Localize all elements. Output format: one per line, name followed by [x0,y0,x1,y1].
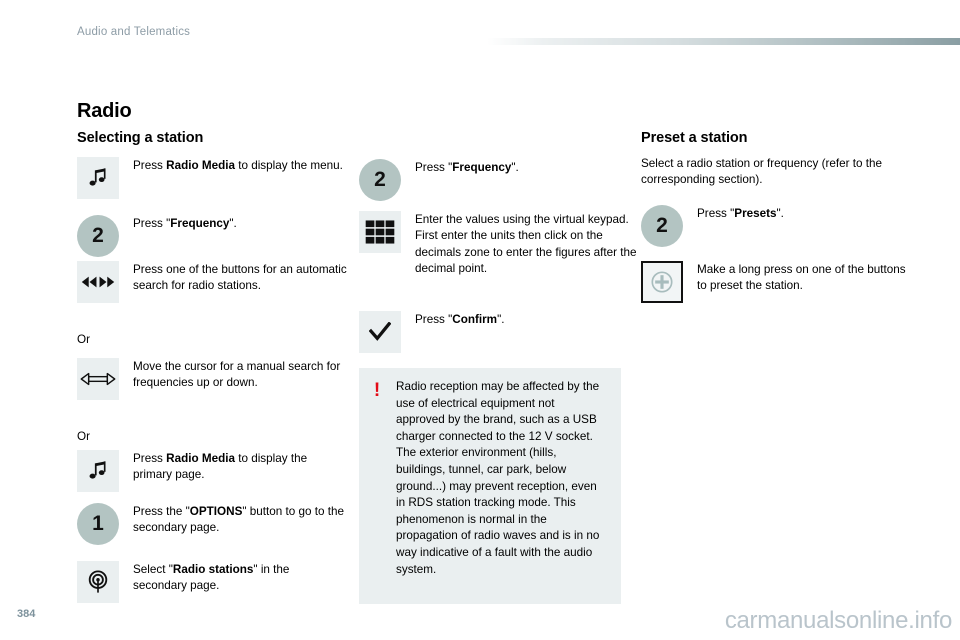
step-text-post: ". [497,313,505,326]
horizontal-cursor-icon [77,358,119,400]
checkmark-icon [359,311,401,353]
step-badge-label: 2 [641,205,683,247]
step-text-pre: Press the " [133,505,190,518]
step-text-post: ". [229,217,237,230]
step-text: Select "Radio stations" in the secondary… [133,562,345,595]
step-text: Press "Frequency". [133,216,345,232]
step-text-pre: Move the cursor for a manual search for … [133,360,341,390]
step-text: Press one of the buttons for an automati… [133,262,348,295]
step-text-post: ". [776,207,784,220]
step-badge-label: 2 [359,159,401,201]
virtual-keypad-icon [359,211,401,253]
step-text: Press "Frequency". [415,160,627,176]
step-text: Make a long press on one of the buttons … [697,262,912,295]
manual-page: Radio Selecting a station Press Radio Me… [0,0,960,640]
watermark: carmanualsonline.info [724,607,952,634]
step-text-bold: Radio Media [166,452,235,465]
step-text-bold: Presets [734,207,777,220]
warning-text: Radio reception may be affected by the u… [396,380,600,576]
warning-box: ! Radio reception may be affected by the… [359,368,621,604]
or-separator: Or [77,333,90,346]
step-text-bold: Radio stations [172,563,254,576]
step-badge-label: 1 [77,503,119,545]
step-number-1-icon: 1 [77,503,119,545]
step-text: Press Radio Media to display the primary… [133,451,345,484]
step-number-2-icon: 2 [77,215,119,257]
right-column-heading: Preset a station [641,130,748,146]
step-text: Press the "OPTIONS" button to go to the … [133,504,348,537]
or-separator: Or [77,430,90,443]
step-text-bold: Frequency [170,217,230,230]
step-number-2-icon: 2 [641,205,683,247]
radio-broadcast-icon [77,561,119,603]
step-text-pre: Select " [133,563,173,576]
step-text-bold: Confirm [452,313,498,326]
step-text: Press "Presets". [697,206,909,222]
step-text-bold: Frequency [452,161,512,174]
page-title: Radio [77,100,132,122]
step-text-post: ". [511,161,519,174]
music-note-icon [77,157,119,199]
step-text-pre: Press [133,159,167,172]
step-text-pre: Press " [415,313,453,326]
step-text: Press "Confirm". [415,312,627,328]
step-text-pre: Press " [133,217,171,230]
page-number: 384 [17,608,36,620]
step-text-pre: Make a long press on one of the buttons … [697,263,906,293]
step-text-bold: OPTIONS [189,505,243,518]
step-text: Press Radio Media to display the menu. [133,158,345,174]
step-text-post: to display the menu. [234,159,343,172]
step-badge-label: 2 [77,215,119,257]
step-text: Move the cursor for a manual search for … [133,359,348,392]
left-column-heading: Selecting a station [77,130,204,146]
double-arrow-seek-icon [77,261,119,303]
step-text: Enter the values using the virtual keypa… [415,213,637,276]
step-text-pre: Press " [415,161,453,174]
warning-exclamation-icon: ! [373,380,381,401]
step-text-bold: Radio Media [166,159,235,172]
step-text-pre: Press one of the buttons for an automati… [133,263,347,293]
music-note-icon [77,450,119,492]
step-text-pre: Press " [697,207,735,220]
step-text-pre: Press [133,452,167,465]
right-column-intro: Select a radio station or frequency (ref… [641,157,883,186]
step-number-2-icon: 2 [359,159,401,201]
preset-plus-button-icon [641,261,683,303]
